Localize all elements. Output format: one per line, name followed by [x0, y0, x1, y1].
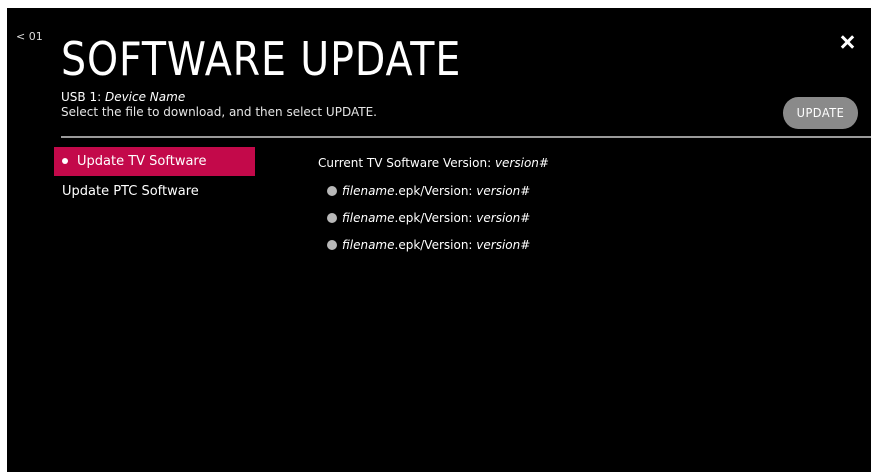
page-title: SOFTWARE UPDATE [61, 32, 462, 86]
file-version: version# [476, 211, 531, 225]
instruction-text: Select the file to download, and then se… [61, 105, 377, 119]
file-version: version# [476, 184, 531, 198]
file-option[interactable]: filename.epk/Version: version# [327, 184, 530, 211]
file-list: filename.epk/Version: version# filename.… [327, 184, 530, 265]
update-button[interactable]: UPDATE [782, 97, 859, 129]
usb-device-name: Device Name [104, 90, 186, 104]
file-ext: .epk/Version: [394, 184, 477, 198]
current-version-text: Current TV Software Version: version# [318, 156, 549, 171]
file-name: filename [342, 184, 395, 198]
tv-screen: < 01 SOFTWARE UPDATE USB 1: Device Name … [7, 8, 871, 472]
file-ext: .epk/Version: [394, 211, 477, 225]
file-option[interactable]: filename.epk/Version: version# [327, 238, 530, 265]
radio-icon[interactable] [327, 240, 337, 250]
file-label: filename.epk/Version: version# [342, 184, 530, 199]
bullet-dot-icon [62, 157, 68, 164]
menu-item-update-tv-software[interactable]: Update TV Software [54, 147, 255, 176]
file-option[interactable]: filename.epk/Version: version# [327, 211, 530, 238]
radio-icon[interactable] [327, 186, 337, 196]
usb-prefix: USB 1: [61, 90, 105, 104]
file-name: filename [342, 238, 395, 252]
file-label: filename.epk/Version: version# [342, 238, 530, 253]
header-divider [61, 136, 871, 138]
file-ext: .epk/Version: [394, 238, 477, 252]
menu-item-label: Update PTC Software [62, 184, 199, 199]
close-icon[interactable] [839, 34, 855, 50]
usb-source-label: USB 1: Device Name [61, 90, 185, 105]
menu-item-update-ptc-software[interactable]: Update PTC Software [54, 177, 255, 206]
file-version: version# [476, 238, 531, 252]
current-version-label: Current TV Software Version: [318, 156, 495, 170]
menu-item-label: Update TV Software [77, 154, 207, 169]
back-button[interactable]: < 01 [16, 31, 43, 43]
file-name: filename [342, 211, 395, 225]
side-menu: Update TV Software Update PTC Software [54, 147, 255, 207]
file-label: filename.epk/Version: version# [342, 211, 530, 226]
radio-icon[interactable] [327, 213, 337, 223]
current-version-value: version# [494, 156, 549, 170]
